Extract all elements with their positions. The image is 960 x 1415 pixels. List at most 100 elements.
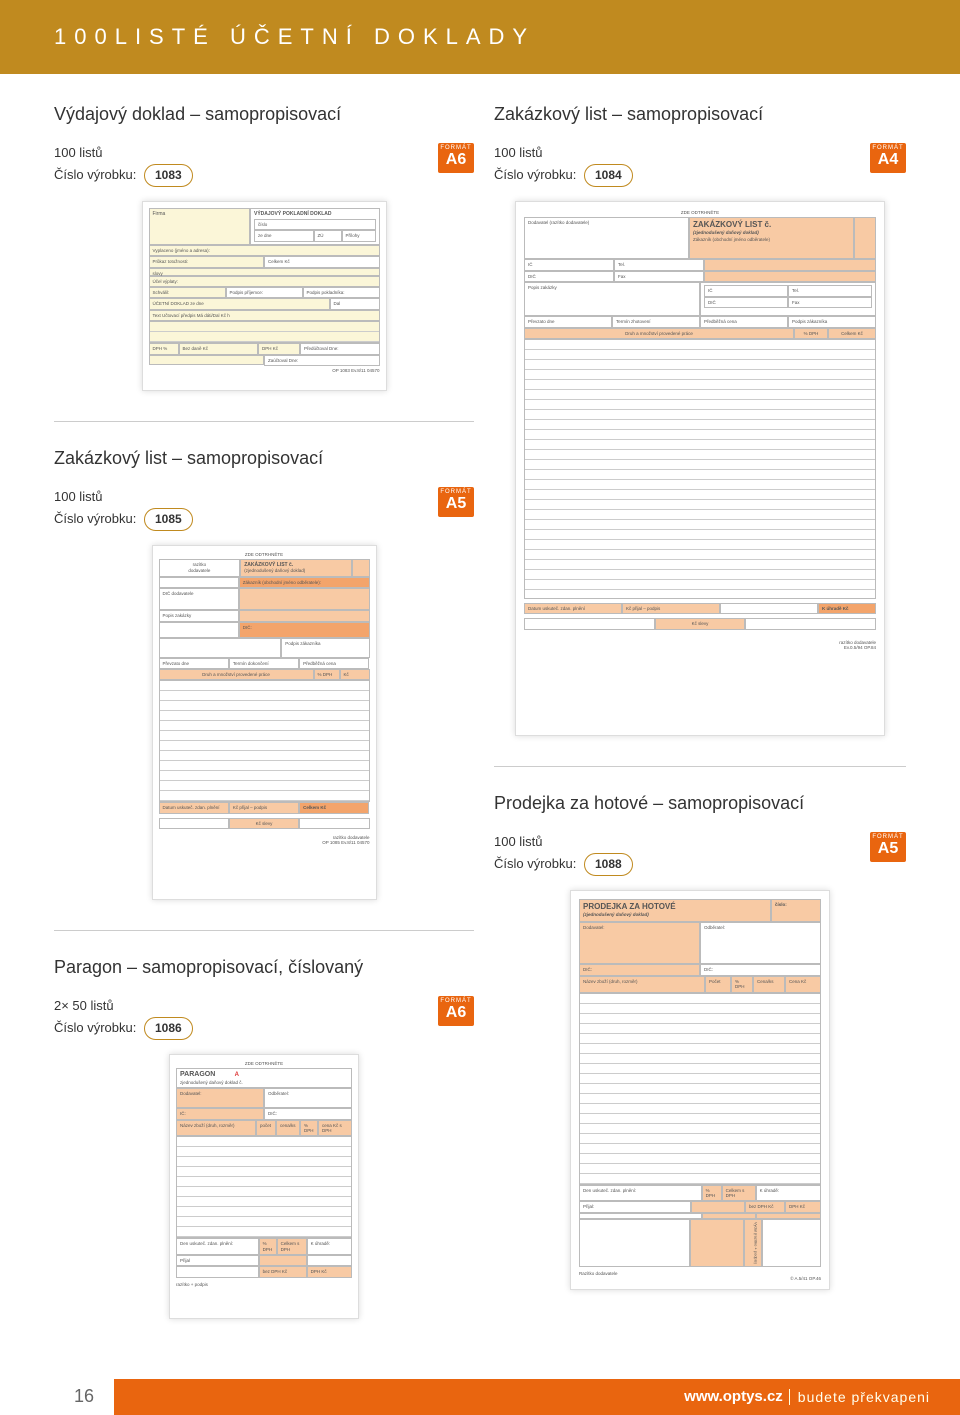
form-dic: DIČ:: [239, 622, 370, 638]
form-footnote: OP 1083 Ev.8/11 04570: [149, 368, 380, 373]
format-size: A5: [446, 495, 466, 512]
form-ud: ÚČETNÍ DOKLAD ze dne: [149, 298, 330, 309]
right-column: Zakázkový list – samopropisovací 100 lis…: [494, 104, 906, 1349]
sheets-label: 100 listů: [494, 143, 633, 164]
form-a: A: [235, 1072, 239, 1078]
form-footnote: © A.5/41 OP.46: [579, 1276, 821, 1281]
page-body: Výdajový doklad – samopropisovací 100 li…: [0, 74, 960, 1349]
form-num-box: [854, 217, 876, 259]
form-lines: [176, 1136, 352, 1238]
form-dal: Dal: [330, 298, 380, 309]
form-slevy: Kč slevy: [229, 818, 299, 829]
product-title: Zakázkový list – samopropisovací: [54, 448, 474, 469]
form-blank: [149, 355, 265, 365]
sku-badge: 1084: [584, 164, 633, 187]
form-popis: Popis zakázky: [159, 610, 239, 621]
form-datum: Datum uskuteč. zdan. plnění: [524, 603, 622, 614]
form-kuh: K úhradě Kč: [818, 603, 876, 614]
form-footnote: Ev.0.5/94 OP.84: [524, 645, 876, 650]
form-predbezna: Předběžná cena: [299, 658, 369, 669]
form-sub: (zjednodušený daňový doklad): [244, 568, 347, 573]
form-predbezna: Předběžná cena: [700, 316, 788, 327]
format-badge: FORMÁT A6: [438, 996, 474, 1026]
product-1088: Prodejka za hotové – samopropisovací 100…: [494, 793, 906, 1290]
form-ic2: IČ: [704, 285, 788, 296]
form-podpis-pok: Podpis pokladníka:: [303, 287, 380, 298]
form-kuh: K úhradě:: [307, 1238, 352, 1255]
form-dic1: DIČ:: [579, 964, 700, 975]
format-size: A5: [878, 840, 898, 857]
form-termin: Termín dokončení: [229, 658, 299, 669]
form-podpis-prij: Podpis příjemce:: [226, 287, 303, 298]
form-dphp: % DPH: [300, 1120, 318, 1137]
form-zak: Zákazník (obchodní jméno odběratele): [693, 237, 850, 242]
product-title: Výdajový doklad – samopropisovací: [54, 104, 474, 125]
form-celkem: Celkem Kč: [828, 328, 876, 339]
form-spacer: slovy: [149, 268, 380, 276]
sku-badge: 1088: [584, 853, 633, 876]
form-dod: Dodavatel:: [579, 922, 700, 964]
form-prijal: Přijal:: [579, 1201, 691, 1212]
form-den: Den uskuteč. zdan. plnění:: [176, 1238, 259, 1255]
form-fax2: Fax: [788, 297, 872, 308]
form-sdph: % DPH: [259, 1238, 277, 1255]
form-dic2: DIČ: [704, 297, 788, 308]
product-1084: Zakázkový list – samopropisovací 100 lis…: [494, 104, 906, 736]
form-prevzato: Převzato dne: [524, 316, 612, 327]
product-1086: Paragon – samopropisovací, číslovaný 2× …: [54, 957, 474, 1319]
form-lines: [159, 680, 370, 802]
sku-badge: 1085: [144, 508, 193, 531]
form-cislo: číslo:: [771, 899, 821, 922]
format-badge: FORMÁT A5: [870, 832, 906, 862]
form-slevy: Kč slevy: [655, 618, 745, 629]
form-popis: Popis zakázky: [524, 282, 700, 316]
form-lines: [524, 339, 876, 599]
form-prijal: Kč přijal – podpis: [229, 802, 299, 813]
sku-label: Číslo výrobku:: [494, 856, 576, 871]
form-bez: Bez daně Kč: [179, 343, 259, 354]
form-sdph: % DPH: [314, 669, 340, 680]
form-podpis: Podpis zákazníka: [281, 638, 369, 658]
form-dphkc: DPH Kč: [785, 1201, 821, 1212]
section-header: 100LISTÉ ÚČETNÍ DOKLADY: [0, 0, 960, 74]
form-prijal: Přijal: [176, 1255, 259, 1266]
form-tel: Tel.: [614, 259, 704, 270]
form-firm: Firma: [149, 208, 250, 245]
form-celkemsdph: Celkem s DPH: [722, 1185, 756, 1202]
form-odb: Odběratel:: [700, 922, 821, 964]
form-textline: Text Učtovací předpis Má dáti/Dal Kč h: [149, 310, 380, 321]
sku-label: Číslo výrobku:: [54, 167, 136, 182]
form-dphkc: DPH Kč: [258, 343, 300, 354]
form-razitko: razítko + podpis: [176, 1282, 352, 1287]
form-sdph: % DPH: [794, 328, 828, 339]
format-badge: FORMÁT A4: [870, 143, 906, 173]
form-odberatel: Odběratel:: [264, 1088, 352, 1108]
form-ucel: Účel výplaty:: [149, 276, 380, 287]
form-zu: ZÚ: [314, 230, 342, 241]
product-title: Zakázkový list – samopropisovací: [494, 104, 906, 125]
sheets-label: 2× 50 listů: [54, 996, 193, 1017]
razitko-label: razítkododavatele: [159, 559, 241, 576]
sheets-label: 100 listů: [54, 143, 193, 164]
form-zauct: Zaúčtoval Dne:: [264, 355, 380, 366]
form-preview-1085: ZDE ODTRHNĚTE razítkododavatele ZAKÁZKOV…: [152, 545, 377, 900]
divider: [54, 421, 474, 422]
form-bez: bez DPH Kč: [745, 1201, 785, 1212]
form-dic: DIČ: [524, 271, 614, 282]
form-tel2: Tel.: [788, 285, 872, 296]
form-sub: (zjednodušený daňový doklad): [583, 912, 649, 917]
form-heading: PRODEJKA ZA HOTOVÉ: [583, 902, 676, 911]
form-druh: Druh a množství provedené práce: [524, 328, 794, 339]
form-zakaznik: Zákazník (obchodní jméno odběratele):: [239, 577, 370, 588]
form-prijal: Kč přijal – podpis: [622, 603, 720, 614]
form-dph: DPH %: [149, 343, 179, 354]
form-dphkc: DPH Kč: [307, 1266, 352, 1277]
form-celkem: Celkem Kč: [264, 256, 380, 267]
form-nazev: Název zboží (druh, rozměr): [579, 976, 705, 993]
sku-badge: 1086: [144, 1017, 193, 1040]
product-1085: Zakázkový list – samopropisovací 100 lis…: [54, 448, 474, 900]
form-druh: Druh a množství provedené práce: [159, 669, 314, 680]
form-dod: Dodavatel (razítko dodavatele): [524, 217, 689, 259]
form-dicdod: DIČ dodavatele: [159, 588, 239, 610]
form-pocet: počet: [256, 1120, 276, 1137]
